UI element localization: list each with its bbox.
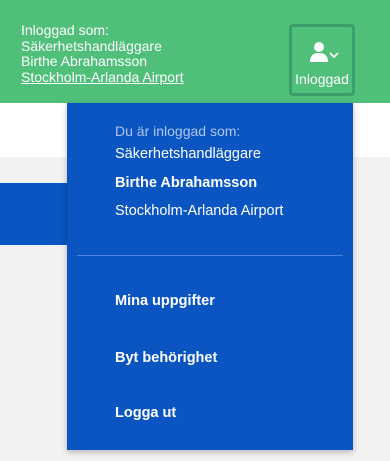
dropdown-role: Säkerhetshandläggare (115, 146, 261, 162)
user-menu-button[interactable]: Inloggad (289, 24, 355, 96)
top-header: Inloggad som: Säkerhetshandläggare Birth… (0, 0, 390, 103)
chevron-down-icon (329, 52, 339, 59)
dropdown-caption: Du är inloggad som: (115, 123, 241, 139)
menu-item-logout[interactable]: Logga ut (115, 405, 176, 421)
user-dropdown-menu: Du är inloggad som: Säkerhetshandläggare… (67, 103, 353, 450)
header-user-info: Inloggad som: Säkerhetshandläggare Birth… (21, 22, 184, 86)
menu-item-switch-permission[interactable]: Byt behörighet (115, 350, 217, 366)
dropdown-divider (77, 255, 343, 256)
user-icon (310, 42, 339, 62)
header-location-link[interactable]: Stockholm-Arlanda Airport (21, 69, 184, 86)
dropdown-location: Stockholm-Arlanda Airport (115, 203, 284, 219)
header-name: Birthe Abrahamsson (21, 53, 148, 69)
user-button-label: Inloggad (295, 71, 349, 87)
logged-in-as-label: Inloggad som: (21, 22, 109, 38)
menu-item-my-details[interactable]: Mina uppgifter (115, 293, 215, 309)
dropdown-name: Birthe Abrahamsson (115, 175, 258, 191)
header-role: Säkerhetshandläggare (21, 37, 162, 54)
